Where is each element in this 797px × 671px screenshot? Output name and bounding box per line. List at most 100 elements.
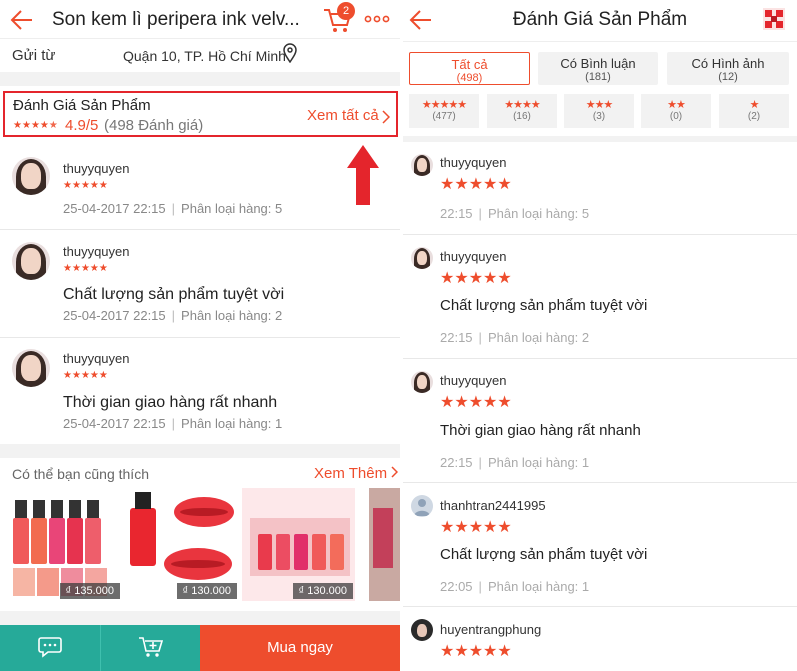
review-item: huyentrangphung ★ ★ ★ ★ ★ bbox=[403, 606, 797, 671]
filter-4-stars[interactable]: ★★★★ (16) bbox=[487, 94, 557, 128]
product-card[interactable]: ₫ 135.000 bbox=[9, 488, 122, 601]
filter-stars: ★★ bbox=[667, 99, 686, 111]
star-icon: ★ bbox=[21, 120, 31, 131]
star-icon: ★ bbox=[454, 643, 469, 660]
star-icon: ★ bbox=[98, 263, 108, 274]
star-icon: ★ bbox=[497, 394, 512, 411]
review-variant: Phân loại hàng: 1 bbox=[487, 579, 590, 594]
avatar bbox=[411, 247, 433, 269]
filter-count: (12) bbox=[718, 71, 738, 83]
shipping-location: Quận 10, TP. Hồ Chí Minh bbox=[123, 48, 286, 64]
filter-with-comment[interactable]: Có Bình luận (181) bbox=[538, 52, 658, 85]
product-card[interactable]: ₫ 130.000 bbox=[242, 488, 355, 601]
bottom-action-bar: Mua ngay bbox=[0, 625, 400, 671]
product-card[interactable] bbox=[369, 488, 400, 601]
more-icon[interactable] bbox=[364, 14, 390, 24]
star-icon: ★ bbox=[71, 180, 81, 191]
filter-2-stars[interactable]: ★★ (0) bbox=[641, 94, 711, 128]
product-price: ₫ 130.000 bbox=[176, 583, 237, 599]
review-stars: ★ ★ ★ ★ ★ bbox=[440, 520, 512, 536]
star-icon: ★ bbox=[497, 270, 512, 287]
location-pin-icon bbox=[283, 43, 297, 63]
star-icon: ★ bbox=[48, 120, 58, 131]
star-icon: ★ bbox=[483, 176, 498, 193]
product-image bbox=[369, 488, 400, 601]
add-to-cart-icon bbox=[139, 637, 164, 657]
review-time: 22:15 bbox=[440, 206, 473, 221]
star-icon: ★ bbox=[440, 394, 455, 411]
buy-now-button[interactable]: Mua ngay bbox=[200, 625, 400, 671]
review-time: 22:05 bbox=[440, 579, 473, 594]
star-icon: ★ bbox=[63, 180, 72, 191]
star-icon: ★ bbox=[30, 120, 40, 131]
star-icon: ★ bbox=[468, 394, 484, 411]
product-price: ₫ 135.000 bbox=[59, 583, 120, 599]
review-item: thuyyquyen ★ ★ ★ ★ ★ Chất lượng sản phẩm tuy… bbox=[403, 234, 797, 358]
star-icon: ★ bbox=[63, 263, 72, 274]
review-variant: Phân loại hàng: 1 bbox=[181, 416, 283, 431]
chat-icon bbox=[38, 637, 62, 658]
review-item: thuyyquyen ★ ★ ★ ★ ★ Thời gian giao hàng rất… bbox=[0, 337, 400, 444]
back-button[interactable] bbox=[0, 0, 40, 40]
star-icon: ★ bbox=[497, 176, 512, 193]
reviews-screen: Đánh Giá Sản Phẩm Tất cả (498) Có Bình l… bbox=[403, 0, 797, 671]
review-meta: 22:05 | Phân loại hàng: 1 bbox=[440, 579, 590, 594]
star-icon: ★ bbox=[98, 370, 108, 381]
review-meta: 22:15 | Phân loại hàng: 5 bbox=[440, 206, 590, 221]
review-variant: Phân loại hàng: 1 bbox=[487, 455, 590, 470]
filter-count: (3) bbox=[592, 111, 606, 122]
review-username: huyentrangphung bbox=[440, 622, 542, 637]
avatar bbox=[12, 157, 50, 195]
add-to-cart-button[interactable] bbox=[100, 625, 200, 671]
reviews-header: Đánh Giá Sản Phẩm bbox=[403, 0, 797, 40]
shop-logo-icon[interactable] bbox=[762, 7, 786, 31]
review-meta: 22:15 | Phân loại hàng: 2 bbox=[440, 330, 590, 345]
review-date: 25-04-2017 22:15 bbox=[63, 416, 166, 431]
back-arrow-icon bbox=[10, 10, 32, 30]
review-item: thuyyquyen ★ ★ ★ ★ ★ 25-04-2017 22:15 | Phân l… bbox=[0, 143, 400, 229]
star-icon: ★ bbox=[13, 120, 22, 131]
review-meta: 25-04-2017 22:15 | Phân loại hàng: 2 bbox=[63, 308, 283, 323]
filter-count: (181) bbox=[585, 71, 611, 83]
filter-with-image[interactable]: Có Hình ảnh (12) bbox=[667, 52, 789, 85]
review-date: 25-04-2017 22:15 bbox=[63, 308, 166, 323]
avatar bbox=[12, 242, 50, 280]
product-card[interactable]: ₫ 130.000 bbox=[126, 488, 239, 601]
review-comment: Chất lượng sản phẩm tuyệt vời bbox=[63, 286, 285, 303]
star-icon: ★ bbox=[454, 519, 469, 536]
review-date: 25-04-2017 22:15 bbox=[63, 201, 166, 216]
filter-all[interactable]: Tất cả (498) bbox=[409, 52, 530, 85]
see-more-link[interactable]: Xem Thêm bbox=[314, 465, 399, 482]
star-icon: ★ bbox=[468, 519, 484, 536]
filter-count: (0) bbox=[669, 111, 683, 122]
star-icon: ★ bbox=[454, 176, 469, 193]
star-icon: ★ bbox=[71, 370, 81, 381]
chevron-right-icon bbox=[391, 466, 399, 478]
filter-label: Có Bình luận bbox=[560, 56, 636, 71]
filter-5-stars[interactable]: ★★★★★ (477) bbox=[409, 94, 479, 128]
chevron-right-icon bbox=[382, 110, 390, 124]
star-icon: ★ bbox=[483, 394, 498, 411]
review-section: Đánh Giá Sản Phẩm ★ ★ ★ ★ ★ 4.9/5 (498 Đánh … bbox=[0, 86, 400, 444]
review-username: thanhtran2441995 bbox=[440, 498, 546, 513]
review-variant: Phân loại hàng: 5 bbox=[487, 206, 590, 221]
shipping-row: Gửi từ Quận 10, TP. Hồ Chí Minh bbox=[0, 38, 400, 72]
review-summary-header[interactable]: Đánh Giá Sản Phẩm ★ ★ ★ ★ ★ 4.9/5 (498 Đánh … bbox=[3, 91, 398, 137]
star-icon: ★ bbox=[80, 370, 90, 381]
product-price: ₫ 130.000 bbox=[292, 583, 353, 599]
see-all-reviews-link[interactable]: Xem tất cả bbox=[307, 107, 379, 124]
chat-button[interactable] bbox=[0, 625, 100, 671]
filter-1-star[interactable]: ★ (2) bbox=[719, 94, 789, 128]
review-comment: Thời gian giao hàng rất nhanh bbox=[440, 422, 641, 439]
star-icon: ★ bbox=[80, 180, 90, 191]
review-filters: Tất cả (498) Có Bình luận (181) Có Hình … bbox=[403, 41, 797, 136]
star-icon: ★ bbox=[39, 120, 49, 131]
filter-3-stars[interactable]: ★★★ (3) bbox=[564, 94, 634, 128]
review-item: thanhtran2441995 ★ ★ ★ ★ ★ Chất lượng sản ph… bbox=[403, 482, 797, 606]
star-icon: ★ bbox=[98, 180, 108, 191]
review-stars: ★ ★ ★ ★ ★ bbox=[440, 177, 512, 193]
default-avatar-icon bbox=[411, 495, 433, 517]
review-username: thuyyquyen bbox=[63, 161, 130, 176]
review-username: thuyyquyen bbox=[63, 244, 130, 259]
star-icon: ★ bbox=[440, 643, 455, 660]
